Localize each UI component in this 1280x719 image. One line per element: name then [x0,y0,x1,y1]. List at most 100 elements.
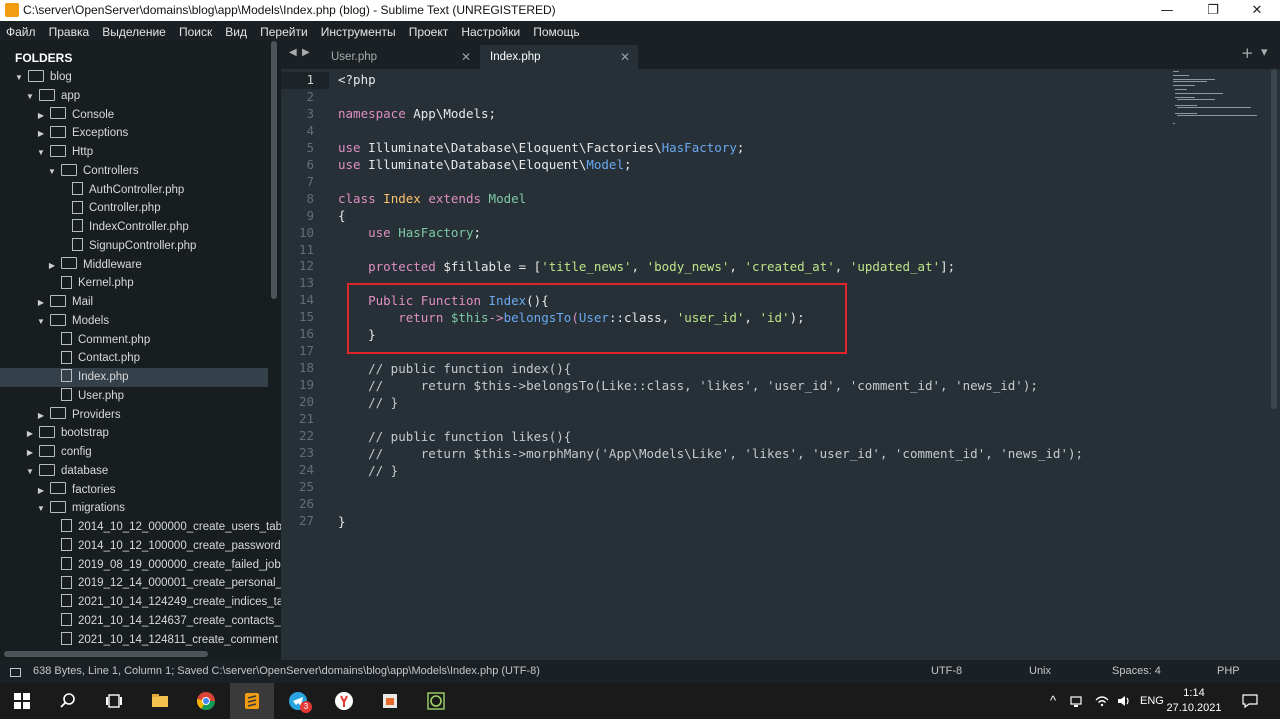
sidebar-file-2021-10-14-124637-create-contacts[interactable]: 2021_10_14_124637_create_contacts_ [0,612,281,631]
taskbar-chrome[interactable] [184,683,228,719]
chevron-right-icon[interactable]: ▶ [36,106,46,125]
tab-overflow-icon[interactable]: ▾ [1261,45,1268,60]
sidebar-file-2014-10-12-000000-create-users-tab[interactable]: 2014_10_12_000000_create_users_tab [0,518,281,537]
editor-scrollbar[interactable] [1271,69,1277,409]
sidebar-folder-blog[interactable]: ▼ blog [0,68,268,87]
sidebar-file-2021-10-14-124249-create-indices-ta[interactable]: 2021_10_14_124249_create_indices_ta [0,593,281,612]
code-line-1: <?php [338,72,376,87]
tree-item-label: Index.php [78,371,129,383]
sidebar-file-controller-php[interactable]: Controller.php [0,199,268,218]
tab-user-php[interactable]: User.php ✕ [321,45,479,69]
menu-help[interactable]: Помощь [533,22,579,42]
sidebar-file-index-php[interactable]: Index.php [0,368,268,387]
start-button[interactable] [0,683,44,719]
chevron-down-icon[interactable]: ▼ [25,87,35,106]
sidebar: FOLDERS ▼ blog ▼ app ▶ Console ▶ Exceptions ▼ Htt… [0,41,281,660]
sidebar-folder-database[interactable]: ▼ database [0,462,268,481]
sidebar-scrollbar[interactable] [271,41,277,299]
sidebar-file-user-php[interactable]: User.php [0,387,268,406]
wifi-icon[interactable] [1094,694,1110,708]
sidebar-folder-models[interactable]: ▼ Models [0,312,268,331]
chevron-right-icon[interactable]: ▶ [36,124,46,143]
code-line-27: } [338,514,346,529]
sidebar-file-2019-12-14-000001-create-personal[interactable]: 2019_12_14_000001_create_personal_ [0,574,281,593]
taskbar-sublime-text[interactable] [230,683,274,719]
chevron-down-icon[interactable]: ▼ [36,143,46,162]
network-icon[interactable] [1070,694,1086,708]
menu-edit[interactable]: Правка [49,22,90,42]
sidebar-file-indexcontroller-php[interactable]: IndexController.php [0,218,268,237]
sidebar-folder-exceptions[interactable]: ▶ Exceptions [0,124,268,143]
close-button[interactable]: ✕ [1234,0,1280,21]
chevron-down-icon[interactable]: ▼ [25,462,35,481]
menu-goto[interactable]: Перейти [260,22,308,42]
sidebar-file-comment-php[interactable]: Comment.php [0,331,268,350]
syntax-indicator[interactable]: PHP [1217,660,1240,683]
task-view-button[interactable] [92,683,136,719]
sidebar-file-signupcontroller-php[interactable]: SignupController.php [0,237,268,256]
tab-scroll-right-icon[interactable]: ▶ [302,47,310,58]
taskbar-app[interactable] [368,683,412,719]
system-clock[interactable]: 1:14 27.10.2021 [1162,686,1226,716]
chevron-down-icon[interactable]: ▼ [36,312,46,331]
minimap[interactable] [1171,69,1271,125]
menu-selection[interactable]: Выделение [102,22,166,42]
chevron-down-icon[interactable]: ▼ [36,499,46,518]
sidebar-folder-console[interactable]: ▶ Console [0,106,268,125]
tray-expand-icon[interactable]: ^ [1050,683,1056,719]
tab-index-php[interactable]: Index.php ✕ [480,45,638,69]
tab-scroll-left-icon[interactable]: ◀ [289,47,297,58]
search-button[interactable] [46,683,90,719]
sidebar-file-authcontroller-php[interactable]: AuthController.php [0,181,268,200]
sidebar-horizontal-scrollbar[interactable] [4,651,208,657]
maximize-button[interactable]: ❐ [1190,0,1236,21]
sidebar-folder-config[interactable]: ▶ config [0,443,268,462]
sidebar-folder-controllers[interactable]: ▼ Controllers [0,162,268,181]
sidebar-folder-migrations[interactable]: ▼ migrations [0,499,268,518]
sidebar-folder-middleware[interactable]: ▶ Middleware [0,256,268,275]
sidebar-folder-http[interactable]: ▼ Http [0,143,268,162]
sidebar-folder-providers[interactable]: ▶ Providers [0,406,268,425]
chevron-down-icon[interactable]: ▼ [47,162,57,181]
taskbar-telegram[interactable]: 3 [276,683,320,719]
code-line-3: namespace App\Models; [338,106,497,121]
chevron-right-icon[interactable]: ▶ [36,293,46,312]
new-tab-icon[interactable]: + [1241,44,1254,62]
taskbar-openserver[interactable] [414,683,458,719]
chevron-right-icon[interactable]: ▶ [36,406,46,425]
menu-view[interactable]: Вид [225,22,247,42]
sidebar-folder-mail[interactable]: ▶ Mail [0,293,268,312]
sidebar-file-kernel-php[interactable]: Kernel.php [0,274,268,293]
notifications-icon[interactable] [1241,693,1259,709]
indentation-indicator[interactable]: Spaces: 4 [1112,660,1161,683]
menu-file[interactable]: Файл [6,22,36,42]
chevron-right-icon[interactable]: ▶ [36,481,46,500]
menu-find[interactable]: Поиск [179,22,212,42]
panel-toggle-icon[interactable] [10,668,21,677]
tab-label: Index.php [490,51,541,63]
encoding-indicator[interactable]: UTF-8 [931,660,962,683]
language-indicator[interactable]: ENG [1140,683,1164,719]
taskbar-file-explorer[interactable] [138,683,182,719]
sidebar-folder-factories[interactable]: ▶ factories [0,481,268,500]
taskbar-yandex-browser[interactable] [322,683,366,719]
menu-preferences[interactable]: Настройки [461,22,520,42]
sidebar-file-contact-php[interactable]: Contact.php [0,349,268,368]
volume-icon[interactable] [1116,694,1132,708]
chevron-down-icon[interactable]: ▼ [14,68,24,87]
close-tab-icon[interactable]: ✕ [461,45,471,69]
menu-project[interactable]: Проект [409,22,449,42]
chevron-right-icon[interactable]: ▶ [47,256,57,275]
minimize-button[interactable]: — [1144,0,1190,21]
sidebar-file-2019-08-19-000000-create-failed-job[interactable]: 2019_08_19_000000_create_failed_job [0,556,281,575]
line-endings-indicator[interactable]: Unix [1029,660,1051,683]
sidebar-file-2014-10-12-100000-create-password[interactable]: 2014_10_12_100000_create_password [0,537,281,556]
code-editor[interactable]: 1 2 3 4 5 6 7 8 9 10 11 12 13 14 15 16 17 18 19 20 21 22 23 24 2… [281,69,1280,660]
chevron-right-icon[interactable]: ▶ [25,443,35,462]
sidebar-folder-app[interactable]: ▼ app [0,87,268,106]
close-tab-icon[interactable]: ✕ [620,45,630,69]
menu-tools[interactable]: Инструменты [321,22,396,42]
chevron-right-icon[interactable]: ▶ [25,424,35,443]
sidebar-folder-bootstrap[interactable]: ▶ bootstrap [0,424,268,443]
sidebar-file-2021-10-14-124811-create-comment[interactable]: 2021_10_14_124811_create_comment [0,631,278,650]
